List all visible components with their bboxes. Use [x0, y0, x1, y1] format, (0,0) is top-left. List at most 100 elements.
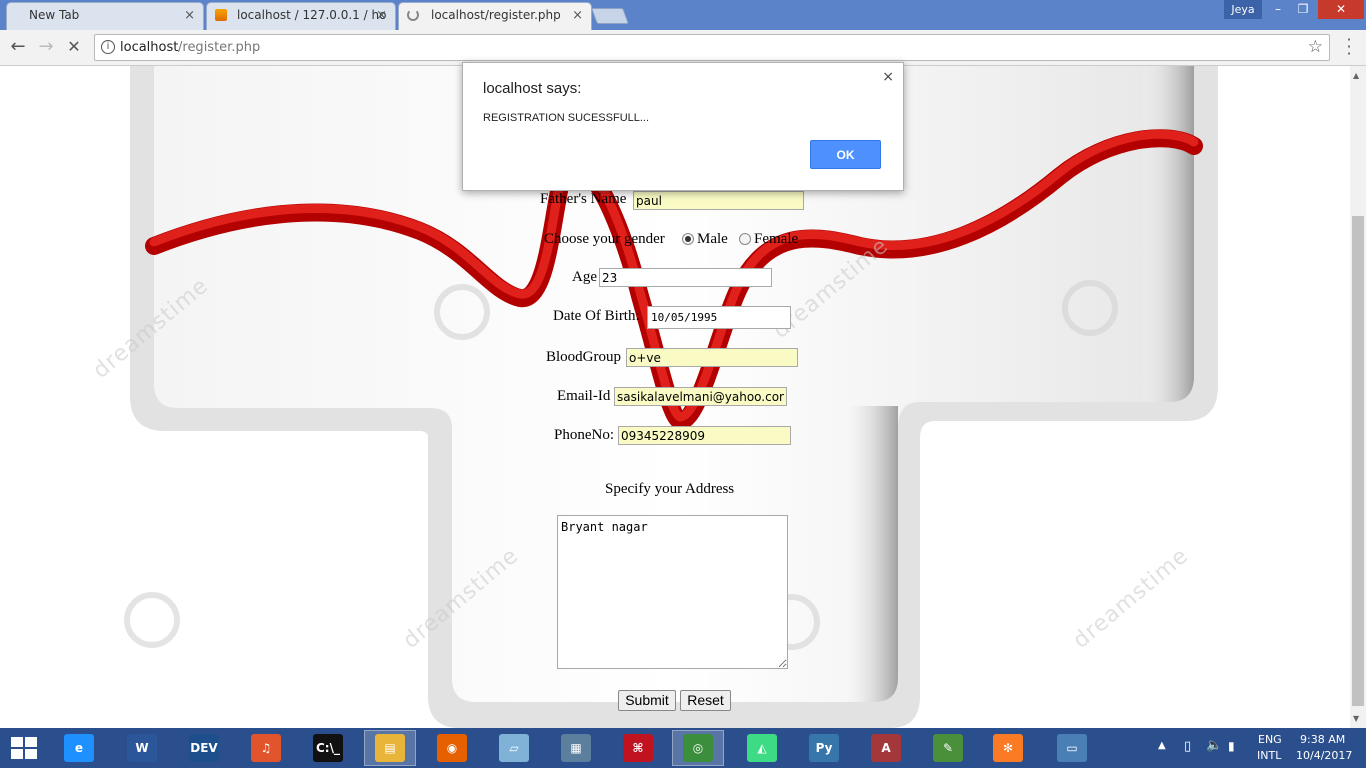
restore-button[interactable]: ❐: [1290, 0, 1316, 19]
taskbar-item[interactable]: W: [116, 730, 168, 766]
headphones-icon: ♫: [251, 734, 281, 762]
age-input[interactable]: [599, 268, 772, 287]
taskbar-item[interactable]: ⌘: [612, 730, 664, 766]
stop-loading-icon[interactable]: ✕: [62, 36, 86, 60]
clock-time[interactable]: 9:38 AM: [1300, 733, 1345, 746]
phpmyadmin-icon: [215, 9, 227, 21]
devcpp-icon: DEV: [189, 734, 219, 762]
show-hidden-icons-icon[interactable]: ▲: [1158, 740, 1166, 751]
language-indicator-top[interactable]: ENG: [1258, 733, 1282, 746]
dialog-ok-button[interactable]: OK: [810, 140, 881, 169]
internet-explorer-icon: e: [64, 734, 94, 762]
tab-close-icon[interactable]: ×: [184, 8, 195, 23]
pdf-reader-icon: ⌘: [623, 734, 653, 762]
loading-spinner-icon: [407, 9, 419, 21]
tab-strip: New Tab × localhost / 127.0.0.1 / ho × l…: [0, 0, 1366, 31]
info-icon[interactable]: i: [101, 40, 115, 54]
browser-menu-icon[interactable]: · · ·: [1342, 32, 1356, 62]
volume-icon[interactable]: 🔈: [1206, 738, 1222, 753]
gender-male-label: Male: [697, 231, 728, 247]
chrome-icon: ◎: [683, 734, 713, 762]
taskbar-item[interactable]: C:\_: [302, 730, 354, 766]
python-icon: Py: [809, 734, 839, 762]
battery-icon[interactable]: ▯: [1184, 739, 1191, 754]
scroll-down-arrow-icon[interactable]: ▼: [1353, 714, 1359, 723]
taskbar-item[interactable]: e: [53, 730, 105, 766]
close-window-button[interactable]: ✕: [1318, 0, 1364, 19]
scroll-thumb[interactable]: [1352, 216, 1364, 706]
tab-label: New Tab: [29, 8, 80, 22]
submit-button[interactable]: Submit: [618, 690, 676, 711]
taskbar-item[interactable]: DEV: [178, 730, 230, 766]
taskbar: e W DEV ♫ C:\_ ▤ ◉ ▱ ▦ ⌘ ◎ ◭ Py A ✎ ✻ ▭ ▲ ▯ 🔈 ▮ ENG INTL…: [0, 728, 1366, 768]
address-bar[interactable]: i localhost /register.php ☆: [94, 34, 1330, 61]
watermark-swirl-icon: [1062, 280, 1118, 336]
watermark-swirl-icon: [124, 592, 180, 648]
scroll-up-arrow-icon[interactable]: ▲: [1353, 71, 1359, 80]
command-prompt-icon: C:\_: [313, 734, 343, 762]
url-host: localhost: [120, 40, 179, 55]
tab-label: localhost / 127.0.0.1 / ho: [237, 8, 387, 22]
taskbar-item[interactable]: ▱: [488, 730, 540, 766]
bookmark-star-icon[interactable]: ☆: [1308, 37, 1323, 57]
clock-date[interactable]: 10/4/2017: [1296, 749, 1352, 762]
document-viewer-icon: ▦: [561, 734, 591, 762]
dialog-close-icon[interactable]: ×: [882, 69, 894, 85]
taskbar-item[interactable]: ◉: [426, 730, 478, 766]
tab-close-icon[interactable]: ×: [572, 8, 583, 23]
firefox-icon: ◉: [437, 734, 467, 762]
email-label: Email-Id: [557, 388, 611, 404]
tab-label: localhost/register.php: [431, 8, 561, 22]
browser-toolbar: ← → ✕ i localhost /register.php ☆ · · ·: [0, 30, 1366, 66]
file-explorer-icon: ▤: [375, 734, 405, 762]
page-scrollbar[interactable]: ▲ ▼: [1350, 66, 1366, 728]
gender-female-label: Female: [754, 231, 799, 247]
alert-dialog: localhost says: × REGISTRATION SUCESSFUL…: [462, 62, 904, 191]
tab-new-tab[interactable]: New Tab ×: [6, 2, 204, 30]
address-label: Specify your Address: [605, 481, 735, 497]
age-label: Age: [572, 269, 597, 285]
new-tab-button[interactable]: [591, 8, 629, 24]
taskbar-item[interactable]: ✎: [922, 730, 974, 766]
taskbar-item[interactable]: Py: [798, 730, 850, 766]
android-studio-icon: ◭: [747, 734, 777, 762]
word-icon: W: [127, 734, 157, 762]
notes-icon: ▱: [499, 734, 529, 762]
taskbar-item[interactable]: ◎: [672, 730, 724, 766]
taskbar-item[interactable]: A: [860, 730, 912, 766]
email-input[interactable]: [614, 387, 787, 406]
watermark-swirl-icon: [434, 284, 490, 340]
forward-arrow-icon[interactable]: →: [34, 36, 58, 60]
minimize-button[interactable]: –: [1266, 0, 1290, 19]
bloodgroup-label: BloodGroup: [546, 349, 621, 365]
xampp-icon: ✻: [993, 734, 1023, 762]
taskbar-item[interactable]: ▭: [1046, 730, 1098, 766]
fathers-name-input[interactable]: [633, 191, 804, 210]
back-arrow-icon[interactable]: ←: [6, 36, 30, 60]
bloodgroup-input[interactable]: [626, 348, 798, 367]
dialog-message: REGISTRATION SUCESSFULL...: [483, 112, 650, 124]
dob-input[interactable]: [647, 306, 791, 329]
taskbar-item[interactable]: ◭: [736, 730, 788, 766]
profile-button[interactable]: Jeya: [1224, 0, 1262, 19]
windows-start-icon[interactable]: [10, 736, 38, 760]
dob-label: Date Of Birth:: [553, 308, 640, 324]
phone-input[interactable]: [618, 426, 791, 445]
taskbar-item[interactable]: ▦: [550, 730, 602, 766]
tab-phpmyadmin[interactable]: localhost / 127.0.0.1 / ho ×: [206, 2, 396, 30]
fathers-name-label: Father's Name: [540, 191, 627, 207]
tab-close-icon[interactable]: ×: [376, 8, 387, 23]
gender-label: Choose your gender: [544, 231, 665, 247]
taskbar-item[interactable]: ♫: [240, 730, 292, 766]
gender-female-radio[interactable]: [739, 233, 751, 245]
taskbar-item[interactable]: ▤: [364, 730, 416, 766]
address-textarea[interactable]: Bryant nagar: [557, 515, 788, 669]
tab-register[interactable]: localhost/register.php ×: [398, 2, 592, 31]
photos-icon: ▭: [1057, 734, 1087, 762]
network-signal-icon[interactable]: ▮: [1228, 739, 1235, 753]
taskbar-item[interactable]: ✻: [982, 730, 1034, 766]
gender-male-radio[interactable]: [682, 233, 694, 245]
url-path: /register.php: [178, 40, 261, 55]
language-indicator-bottom[interactable]: INTL: [1257, 749, 1281, 762]
reset-button[interactable]: Reset: [680, 690, 731, 711]
